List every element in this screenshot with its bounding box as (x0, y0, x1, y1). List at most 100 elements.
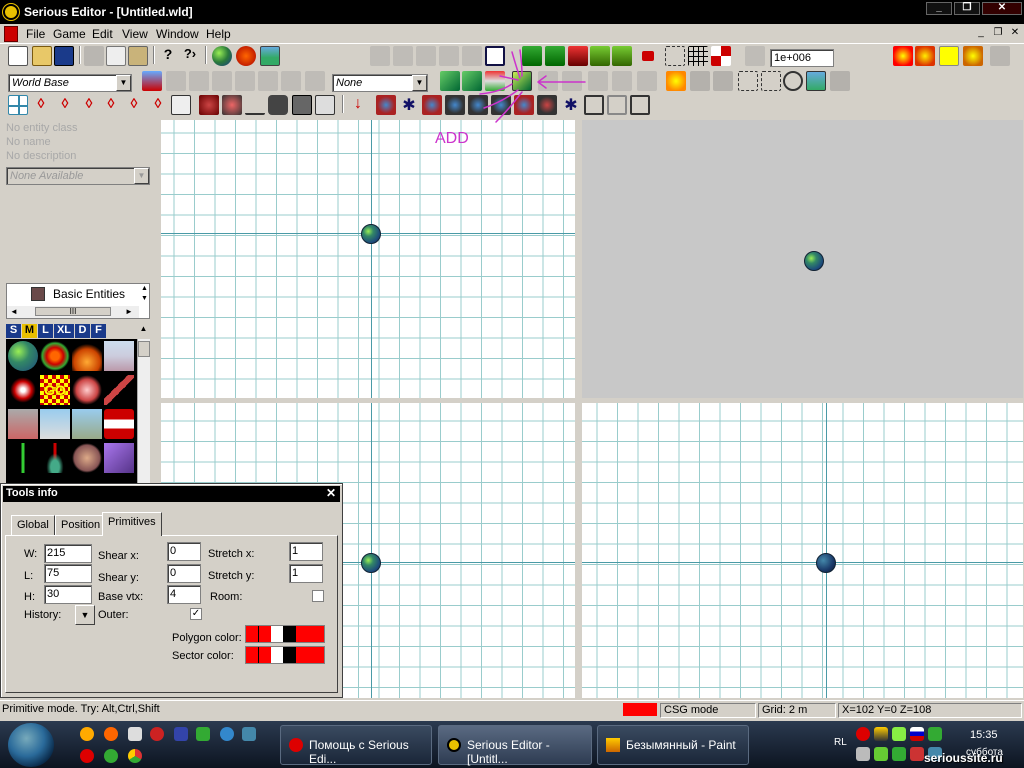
stretch-y-field[interactable]: 1 (289, 564, 323, 583)
menu-help[interactable]: Help (206, 27, 231, 41)
stretch-x-field[interactable]: 1 (289, 542, 323, 561)
camera-icon[interactable] (268, 95, 288, 115)
menu-file[interactable]: File (26, 27, 45, 41)
csg-icon-3[interactable] (212, 71, 232, 91)
entity-fog-icon[interactable] (40, 409, 70, 439)
csg-icon-4[interactable] (235, 71, 255, 91)
menu-game[interactable]: Game (53, 27, 86, 41)
cube-icon[interactable] (171, 95, 191, 115)
entity-browser-scrollbar[interactable] (137, 339, 150, 483)
world-origin-marker[interactable] (804, 251, 824, 271)
chrome-icon[interactable] (128, 749, 142, 763)
range-field[interactable]: 1e+006 (770, 49, 834, 67)
entity-tool-2-icon[interactable] (222, 95, 242, 115)
outer-checkbox[interactable]: ✓ (190, 608, 202, 620)
entity-tool-5-icon[interactable] (376, 95, 396, 115)
save-icon[interactable] (54, 46, 74, 66)
entity-marker-icon[interactable] (40, 341, 70, 371)
csg-icon-10[interactable] (690, 71, 710, 91)
minimize-button[interactable]: _ (926, 2, 952, 15)
context-help-icon[interactable]: ?› (180, 46, 200, 66)
quicklaunch-icon-3[interactable] (128, 727, 142, 741)
entity-light-icon[interactable] (72, 341, 102, 371)
check-2-icon[interactable] (612, 46, 632, 66)
viewport-bottom-right[interactable] (582, 403, 1023, 698)
select-icon-2[interactable] (761, 71, 781, 91)
entity-tool-3-icon[interactable] (245, 95, 265, 115)
opera-icon[interactable] (80, 749, 94, 763)
move-icon[interactable] (8, 95, 28, 115)
entity-weapon-icon[interactable] (104, 375, 134, 405)
tray-icon-9[interactable] (910, 747, 924, 761)
layer-combo[interactable]: World Base ▼ (8, 74, 132, 92)
csg-icon-12[interactable] (830, 71, 850, 91)
drop-icon[interactable]: ↓ (348, 95, 368, 115)
l-field[interactable]: 75 (44, 564, 92, 583)
task-help[interactable]: Помощь с Serious Edi... (280, 725, 432, 766)
history-dropdown-button[interactable]: ▼ (75, 605, 95, 625)
tree-hscroll[interactable]: ◄ III ► (7, 306, 139, 318)
disabled-icon[interactable] (745, 46, 765, 66)
texture-icon[interactable] (806, 71, 826, 91)
property-combo[interactable]: None Available ▼ (6, 167, 150, 185)
size-tab-l[interactable]: L (38, 324, 53, 338)
tab-position[interactable]: Position (55, 515, 107, 535)
picture-icon[interactable] (260, 46, 280, 66)
sector-color-swatch[interactable] (245, 646, 325, 664)
red-block-icon[interactable] (642, 51, 654, 61)
utorrent-icon[interactable] (104, 749, 118, 763)
entity-spark-icon[interactable] (8, 375, 38, 405)
tray-icon-2[interactable] (874, 727, 888, 741)
tray-icon-8[interactable] (892, 747, 906, 761)
base-vtx-field[interactable]: 4 (167, 585, 201, 604)
entities-icon[interactable] (236, 46, 256, 66)
entity-box-icon[interactable] (104, 443, 134, 473)
language-indicator[interactable]: RL (834, 737, 847, 748)
box-icon-3[interactable] (630, 95, 650, 115)
entity-tool-7-icon[interactable] (445, 95, 465, 115)
entity-tool-1-icon[interactable] (199, 95, 219, 115)
maximize-button[interactable]: ❐ (954, 2, 980, 15)
task-paint[interactable]: Безымянный - Paint (597, 725, 749, 765)
csg-icon-9[interactable] (637, 71, 657, 91)
entity-hand-icon[interactable] (72, 443, 102, 473)
entity-enemy-icon[interactable] (72, 375, 102, 405)
room-checkbox[interactable] (312, 590, 324, 602)
grid-snap-icon[interactable] (665, 46, 685, 66)
polygon-color-swatch[interactable] (245, 625, 325, 643)
menu-view[interactable]: View (122, 27, 148, 41)
ie-icon[interactable] (220, 727, 234, 741)
entity-world-icon[interactable] (8, 341, 38, 371)
cut-icon[interactable] (84, 46, 104, 66)
star-icon[interactable]: ✱ (399, 95, 419, 115)
entity-red-4-icon[interactable]: ◊ (101, 95, 121, 115)
grid-icon[interactable] (688, 46, 708, 66)
entity-start-icon[interactable]: GO (40, 375, 70, 405)
shear-x-field[interactable]: 0 (167, 542, 201, 561)
quicklaunch-icon-1[interactable] (80, 727, 94, 741)
entity-rock-icon[interactable] (8, 409, 38, 439)
firefox-icon[interactable] (104, 727, 118, 741)
view-icon-4[interactable] (439, 46, 459, 66)
entity-axis-icon[interactable] (8, 443, 38, 473)
scroll-right-icon[interactable]: ► (125, 306, 133, 317)
help-icon[interactable]: ? (158, 46, 178, 66)
scroll-left-icon[interactable]: ◄ (10, 306, 18, 317)
csg-icon-1[interactable] (166, 71, 186, 91)
csg-icon-11[interactable] (713, 71, 733, 91)
scroll-thumb[interactable]: III (35, 307, 111, 316)
clock-time[interactable]: 15:35 (970, 729, 998, 741)
entity-red-5-icon[interactable]: ◊ (124, 95, 144, 115)
size-tab-xl[interactable]: XL (54, 324, 74, 338)
entity-sign-icon[interactable] (104, 409, 134, 439)
burst-3-icon[interactable] (963, 46, 983, 66)
entity-red-6-icon[interactable]: ◊ (148, 95, 168, 115)
picture-2-icon[interactable] (292, 95, 312, 115)
tree-vscroll[interactable]: ▲ ▼ (139, 284, 150, 306)
nvidia-icon[interactable] (874, 747, 888, 761)
tab-global[interactable]: Global (11, 515, 55, 535)
volume-icon[interactable] (856, 747, 870, 761)
new-file-icon[interactable] (8, 46, 28, 66)
start-button[interactable] (8, 723, 54, 767)
view-icon-1[interactable] (370, 46, 390, 66)
